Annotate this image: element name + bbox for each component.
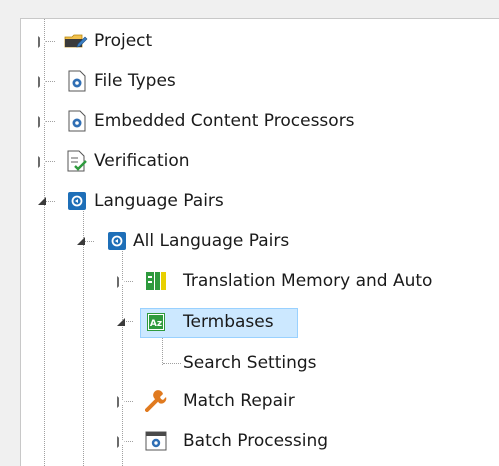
wrench-icon — [145, 390, 167, 412]
tree-item-search-settings[interactable]: Search Settings — [21, 350, 499, 376]
tree-item-embedded-content-processors[interactable]: Embedded Content Processors — [21, 108, 499, 134]
tree-item-label: Verification — [94, 151, 190, 171]
expand-arrow-icon[interactable] — [38, 116, 48, 128]
tree-item-batch-processing[interactable]: Batch Processing — [21, 428, 499, 454]
settings-document-icon — [67, 70, 89, 92]
tree-item-language-pairs[interactable]: Language Pairs — [21, 188, 499, 214]
tree-item-label: Embedded Content Processors — [94, 111, 355, 131]
batch-settings-icon — [145, 430, 167, 452]
tree-item-label: Language Pairs — [94, 191, 224, 211]
tree-item-all-language-pairs[interactable]: All Language Pairs — [21, 228, 499, 254]
tree-item-match-repair[interactable]: Match Repair — [21, 388, 499, 414]
expand-arrow-icon[interactable] — [38, 76, 48, 88]
expand-arrow-icon[interactable] — [117, 396, 127, 408]
tree-item-label: Project — [94, 31, 153, 51]
language-pairs-icon — [107, 231, 129, 253]
tree-item-label: File Types — [94, 71, 176, 91]
translation-memory-icon — [145, 270, 167, 292]
folder-edit-icon — [64, 30, 88, 52]
language-pairs-icon — [67, 191, 89, 213]
tree-item-verification[interactable]: Verification — [21, 148, 499, 174]
tree-item-label: Search Settings — [183, 353, 317, 373]
collapse-arrow-icon[interactable] — [37, 196, 47, 206]
collapse-arrow-icon[interactable] — [116, 317, 126, 327]
expand-arrow-icon[interactable] — [38, 156, 48, 168]
expand-arrow-icon[interactable] — [117, 276, 127, 288]
settings-tree: Project File Types Embedded Content Proc… — [20, 18, 499, 466]
termbase-icon: Az — [146, 312, 168, 334]
tree-item-label: Match Repair — [183, 391, 295, 411]
settings-document-icon — [67, 110, 89, 132]
tree-item-termbases[interactable]: Az Termbases — [21, 309, 499, 335]
tree-item-label: Translation Memory and Auto — [183, 271, 433, 291]
svg-text:Az: Az — [150, 319, 162, 329]
tree-item-label: Termbases — [183, 312, 274, 332]
settings-panel: Project File Types Embedded Content Proc… — [0, 0, 499, 466]
tree-item-file-types[interactable]: File Types — [21, 68, 499, 94]
collapse-arrow-icon[interactable] — [76, 236, 86, 246]
expand-arrow-icon[interactable] — [117, 436, 127, 448]
document-check-icon — [66, 150, 88, 172]
tree-item-label: Batch Processing — [183, 431, 329, 451]
tree-item-label: All Language Pairs — [133, 231, 290, 251]
expand-arrow-icon[interactable] — [38, 36, 48, 48]
tree-item-translation-memory[interactable]: Translation Memory and Auto — [21, 268, 499, 294]
tree-item-project[interactable]: Project — [21, 28, 499, 54]
